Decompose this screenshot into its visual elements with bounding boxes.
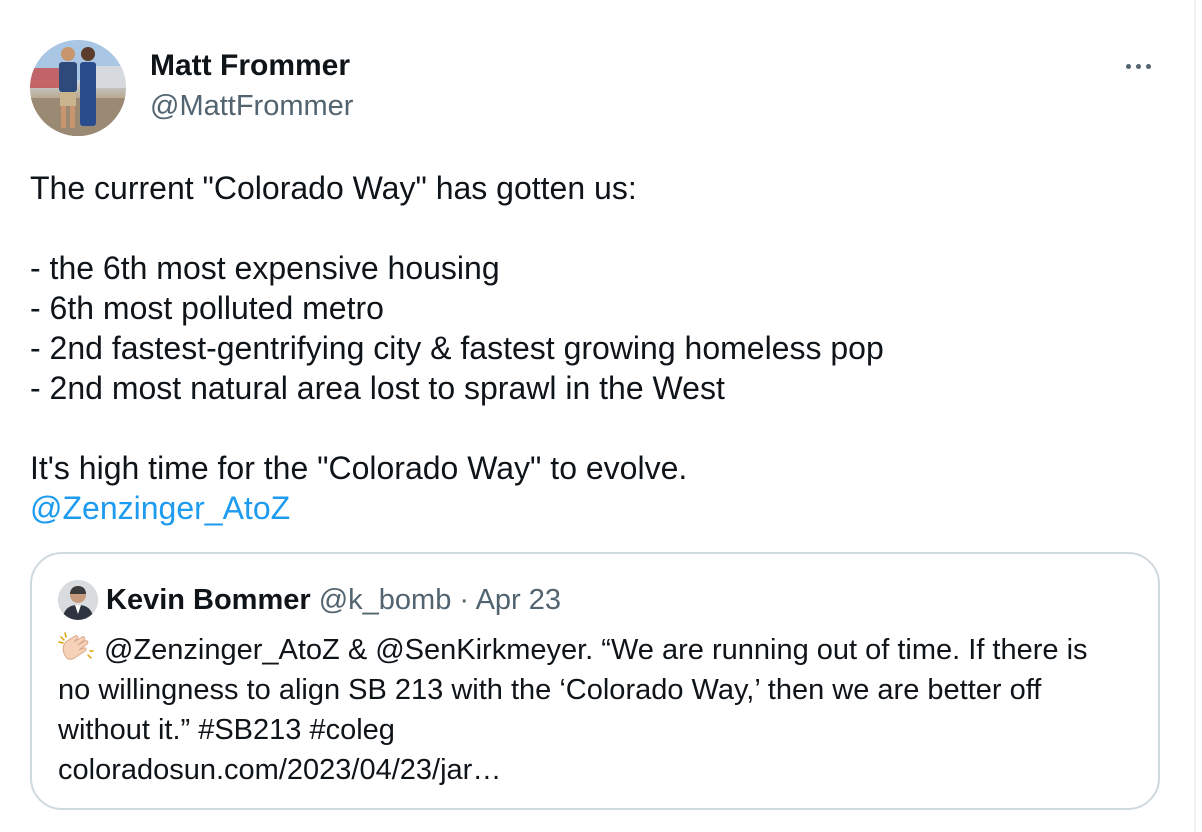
quoted-tweet[interactable]: Kevin Bommer @k_bomb · Apr 23 @Zenzinger… <box>30 552 1160 810</box>
quote-line: @Zenzinger_AtoZ & @SenKirkmeyer. “We are… <box>58 630 1148 670</box>
more-horizontal-icon <box>1125 63 1131 69</box>
author-name[interactable]: Matt Frommer <box>150 48 350 84</box>
tweet-line <box>30 408 1170 448</box>
tweet-line: - the 6th most expensive housing <box>30 250 500 286</box>
header-separator: · <box>459 584 470 616</box>
tweet-line: - 6th most polluted metro <box>30 290 384 326</box>
tweet-line: The current "Colorado Way" has gotten us… <box>30 170 637 206</box>
author-avatar[interactable] <box>30 40 126 136</box>
quoted-author-avatar[interactable] <box>58 580 98 620</box>
quoted-author-handle[interactable]: @k_bomb <box>319 584 452 616</box>
quote-line-text: @Zenzinger_AtoZ & @SenKirkmeyer. “We are… <box>104 634 1088 666</box>
quoted-tweet-header: Kevin Bommer @k_bomb · Apr 23 <box>106 582 561 618</box>
quoted-tweet-date[interactable]: Apr 23 <box>476 584 561 616</box>
tweet-line <box>30 208 1170 248</box>
tweet-line: It's high time for the "Colorado Way" to… <box>30 450 688 486</box>
quote-line: without it.” #SB213 #coleg <box>58 714 395 746</box>
quote-line: no willingness to align SB 213 with the … <box>58 674 1042 706</box>
card-divider <box>1194 0 1196 832</box>
clapping-hands-icon <box>58 631 94 663</box>
tweet-line: - 2nd fastest-gentrifying city & fastest… <box>30 330 884 366</box>
tweet-line: @Zenzinger_AtoZ <box>30 488 1170 528</box>
quote-link-text[interactable]: coloradosun.com/2023/04/23/jar… <box>58 750 1148 790</box>
author-handle[interactable]: @MattFrommer <box>150 88 353 124</box>
tweet-line: - 2nd most natural area lost to sprawl i… <box>30 370 725 406</box>
more-options-button[interactable] <box>1116 48 1160 84</box>
tweet-card: Matt Frommer @MattFrommer The current "C… <box>0 0 1202 832</box>
quoted-author-name[interactable]: Kevin Bommer <box>106 584 311 616</box>
tweet-text: The current "Colorado Way" has gotten us… <box>30 168 1170 528</box>
quoted-tweet-text: @Zenzinger_AtoZ & @SenKirkmeyer. “We are… <box>58 630 1148 790</box>
mention-link[interactable]: @Zenzinger_AtoZ <box>30 490 290 526</box>
